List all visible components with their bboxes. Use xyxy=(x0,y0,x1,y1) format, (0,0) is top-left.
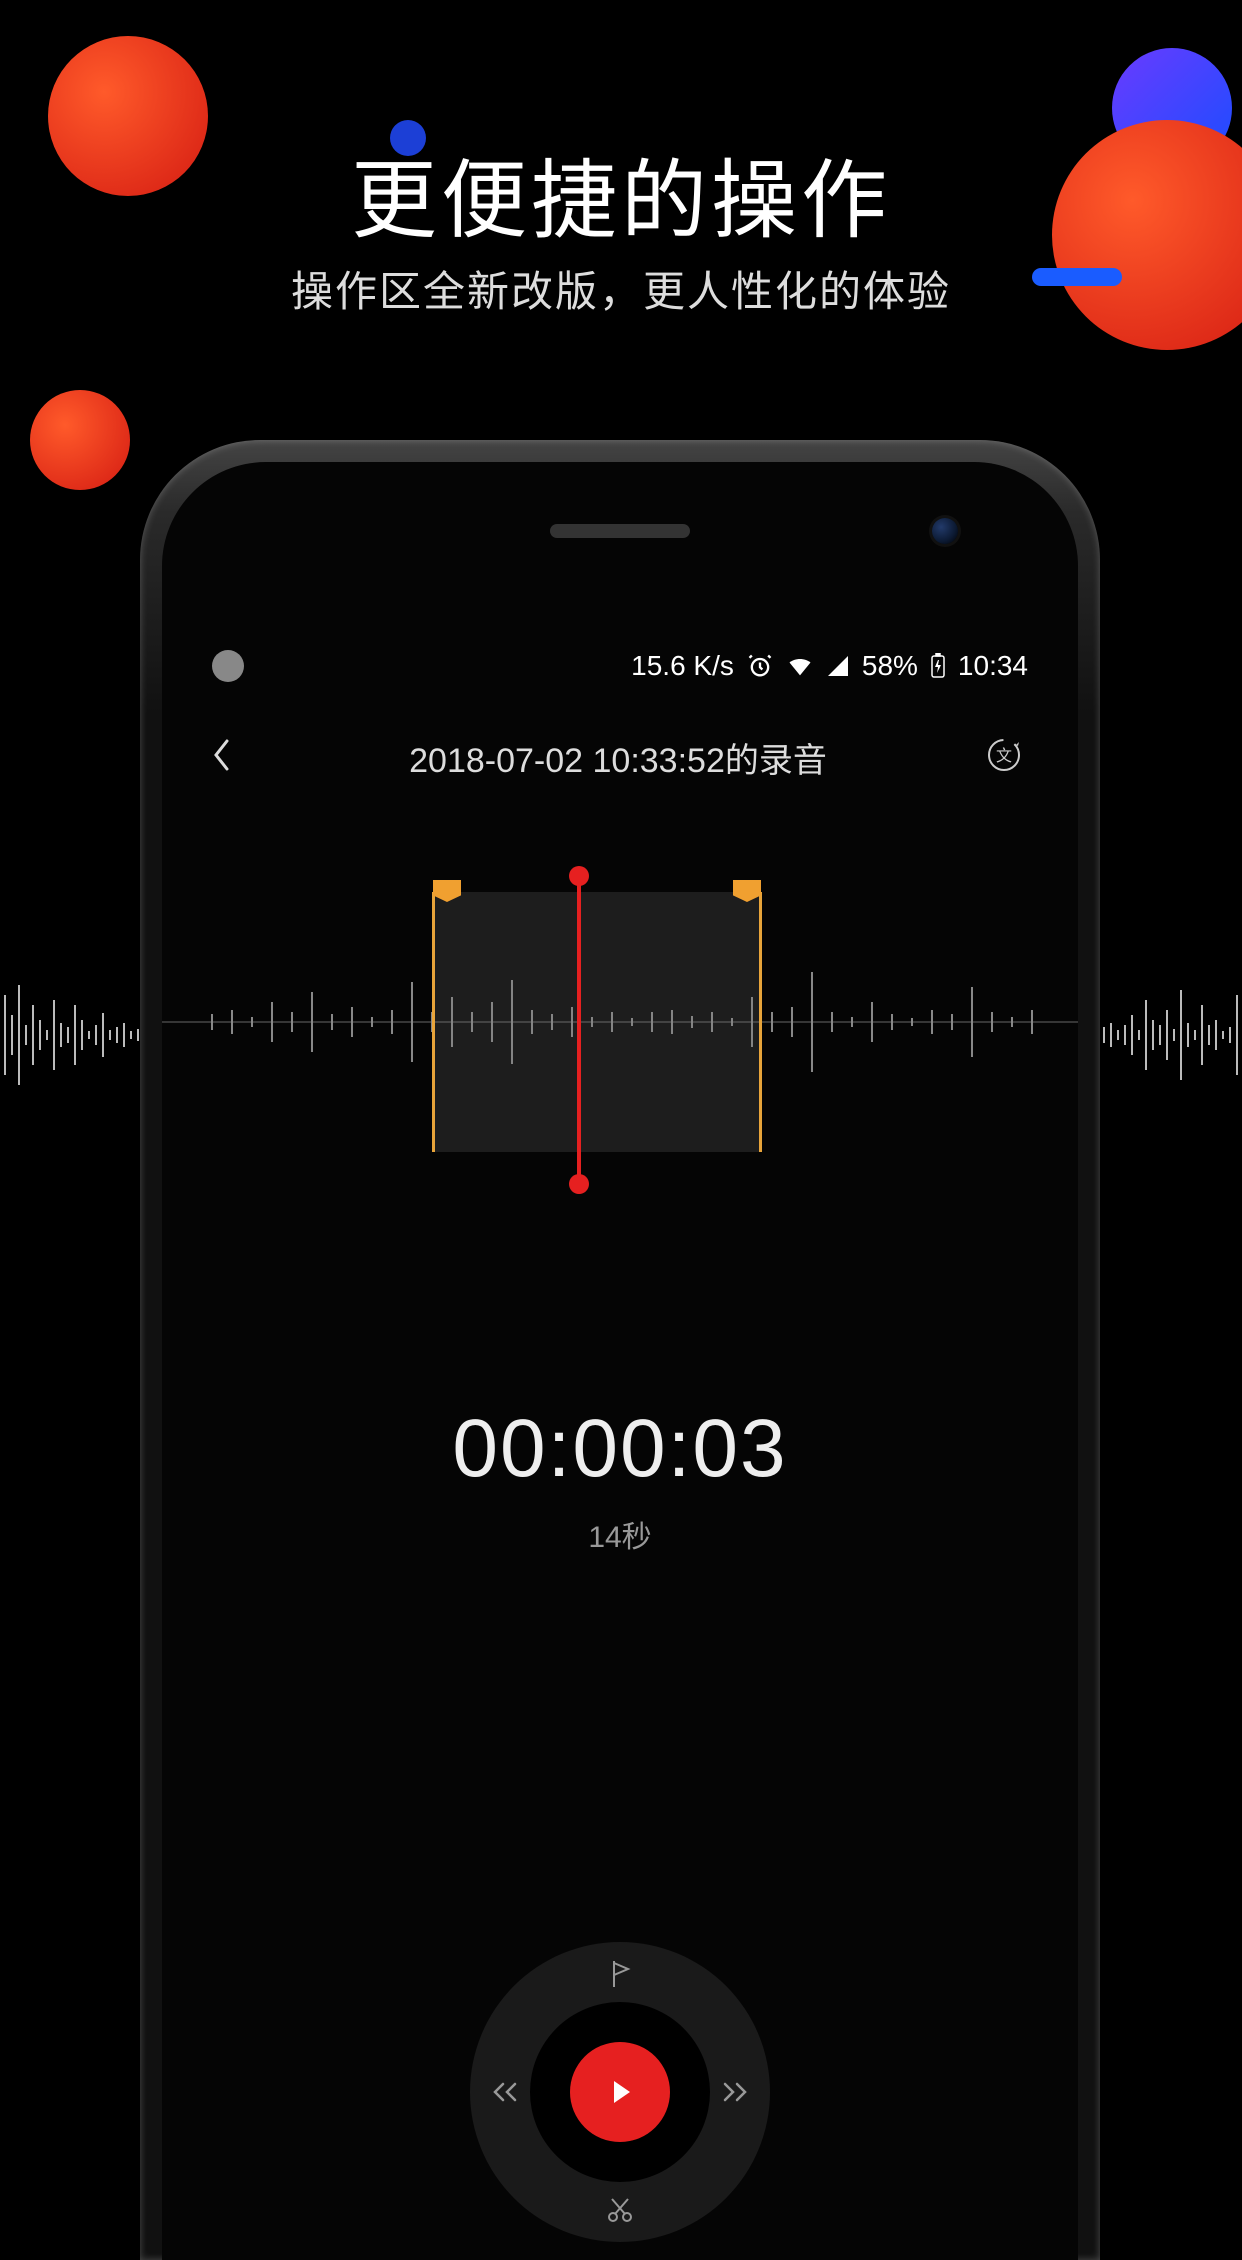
back-button[interactable] xyxy=(212,737,252,778)
promo-title: 更便捷的操作 xyxy=(0,130,1242,255)
alarm-icon xyxy=(746,652,774,680)
translate-button[interactable]: 文 xyxy=(984,735,1028,780)
phone-camera xyxy=(932,518,958,544)
play-icon xyxy=(602,2074,638,2110)
decorative-blue-bar xyxy=(1032,268,1122,286)
playhead-cap-bottom xyxy=(569,1174,589,1194)
play-button[interactable] xyxy=(570,2042,670,2142)
app-header: 2018-07-02 10:33:52的录音 文 xyxy=(212,722,1028,792)
rewind-button[interactable] xyxy=(486,2074,522,2110)
recording-title: 2018-07-02 10:33:52的录音 xyxy=(252,733,984,782)
svg-text:文: 文 xyxy=(996,747,1012,765)
status-net-speed: 15.6 K/s xyxy=(631,650,734,682)
status-indicator-dot xyxy=(212,650,244,682)
flag-marker-button[interactable] xyxy=(602,1956,638,1992)
control-wheel xyxy=(470,1942,770,2242)
total-duration: 14秒 xyxy=(162,1512,1078,1556)
trim-handle-start[interactable] xyxy=(433,880,461,902)
trim-handle-end[interactable] xyxy=(733,880,761,902)
phone-speaker xyxy=(550,524,690,538)
battery-charging-icon xyxy=(930,653,946,679)
waveform-decoration-right xyxy=(1082,975,1242,1095)
trim-selection[interactable] xyxy=(432,892,762,1152)
wifi-icon xyxy=(786,652,814,680)
status-bar: 15.6 K/s 58% xyxy=(212,642,1028,690)
waveform-decoration-left xyxy=(0,975,160,1095)
bg-circle-red-mid xyxy=(30,390,130,490)
status-battery-pct: 58% xyxy=(862,650,918,682)
trim-cut-button[interactable] xyxy=(602,2192,638,2228)
status-time: 10:34 xyxy=(958,650,1028,682)
phone-screen: 15.6 K/s 58% xyxy=(162,462,1078,2260)
signal-icon xyxy=(826,654,850,678)
phone-frame: 15.6 K/s 58% xyxy=(140,440,1100,2260)
playhead-cap-top xyxy=(569,866,589,886)
playhead[interactable] xyxy=(577,874,581,1182)
waveform-editor[interactable] xyxy=(162,862,1078,1182)
elapsed-time: 00:00:03 xyxy=(162,1402,1078,1496)
fast-forward-button[interactable] xyxy=(718,2074,754,2110)
